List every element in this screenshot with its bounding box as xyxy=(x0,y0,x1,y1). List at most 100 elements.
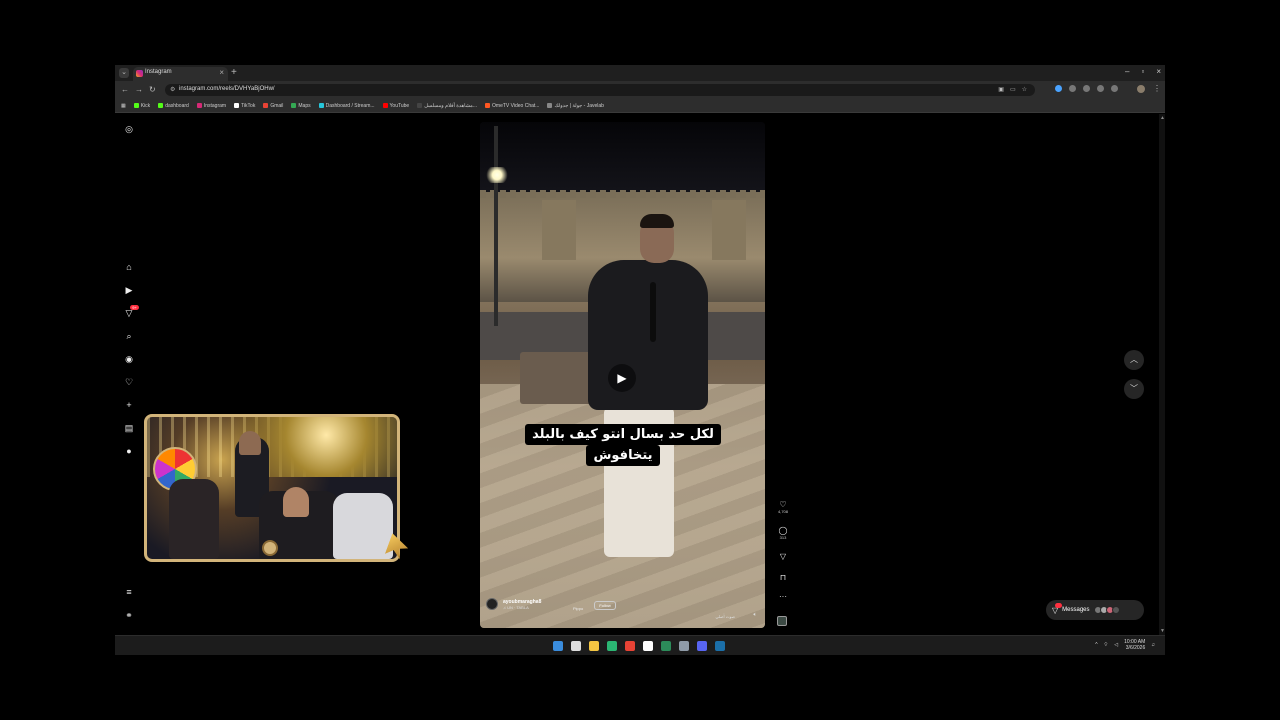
taskbar-file-explorer-icon[interactable] xyxy=(589,641,599,651)
reel-author[interactable]: ayoubmaragha8 ♫ UN · TABLA xyxy=(486,598,541,610)
save-button[interactable]: ⊓ xyxy=(777,573,789,582)
address-bar[interactable]: ⚙ instagram.com/reels/DVHYaBjOHw/ ▣ ▭ ☆ xyxy=(165,84,1035,96)
extensions-puzzle-icon[interactable] xyxy=(1097,85,1104,92)
collab-label[interactable]: Pippo xyxy=(573,606,583,611)
windows-taskbar: ^ ⌔ ◁ 10:00 AM 3/6/2026 ♫ xyxy=(115,635,1165,655)
browser-menu-icon[interactable]: ⋮ xyxy=(1153,84,1161,93)
scroll-up-icon[interactable]: ▲ xyxy=(1160,115,1165,121)
taskbar-chrome-icon[interactable] xyxy=(625,641,635,651)
play-icon[interactable]: ▶ xyxy=(608,364,636,392)
clock[interactable]: 10:00 AM 3/6/2026 xyxy=(1124,639,1145,651)
reel-person-hair xyxy=(640,214,674,228)
search-icon[interactable]: ⌕ xyxy=(123,330,135,342)
webcam-person xyxy=(333,493,393,559)
back-icon[interactable]: ← xyxy=(121,85,129,94)
reels-icon[interactable]: ▶ xyxy=(123,284,135,296)
url-text[interactable]: instagram.com/reels/DVHYaBjOHw/ xyxy=(179,86,275,92)
original-audio-label[interactable]: صوت أصلي xyxy=(715,614,735,619)
taskbar-edge-icon[interactable] xyxy=(607,641,617,651)
more-menu-icon[interactable]: ≡ xyxy=(123,586,135,598)
messages-button[interactable]: ▽ Messages xyxy=(1046,600,1144,620)
page-scrollbar[interactable]: ▲ ▼ xyxy=(1159,114,1165,635)
notifications-bell-icon[interactable]: ♫ xyxy=(1151,642,1155,648)
extension-icon-1[interactable] xyxy=(1055,85,1062,92)
forward-icon[interactable]: → xyxy=(135,85,143,94)
bookmark-kick[interactable]: Kick xyxy=(133,103,150,109)
bookmark-ometv[interactable]: OmeTV Video Chat... xyxy=(485,103,539,109)
instagram-icon xyxy=(196,103,202,108)
webcam-badge-icon xyxy=(262,540,278,556)
bookmarks-apps-icon[interactable]: ▦ xyxy=(121,103,126,109)
bookmark-tiktok[interactable]: TikTok xyxy=(234,103,255,109)
caption-line-2: يتخافوش xyxy=(586,445,660,466)
also-from-meta-icon[interactable]: ⚭ xyxy=(123,609,135,621)
taskbar-discord-icon[interactable] xyxy=(697,641,707,651)
instagram-logo-icon[interactable]: ◎ xyxy=(123,123,135,135)
next-reel-button[interactable]: ﹀ xyxy=(1124,379,1144,399)
more-options-button[interactable]: ··· xyxy=(777,592,789,601)
browser-toolbar: ← → ↻ ⚙ instagram.com/reels/DVHYaBjOHw/ … xyxy=(115,81,1165,99)
like-button[interactable]: ♡ 4,708 xyxy=(777,500,789,514)
bookmark-movies[interactable]: مشاهدة أفلام ومسلسل... xyxy=(417,103,477,109)
audio-thumbnail[interactable] xyxy=(777,616,787,626)
profile-avatar[interactable] xyxy=(1137,85,1145,93)
close-window-button[interactable]: × xyxy=(1156,67,1161,76)
create-plus-icon[interactable]: + xyxy=(123,399,135,411)
extension-icon-2[interactable] xyxy=(1069,85,1076,92)
tab-close-icon[interactable]: × xyxy=(219,68,224,77)
taskbar-steam-icon[interactable] xyxy=(715,641,725,651)
messages-icon: ▽ xyxy=(1052,602,1062,615)
new-tab-button[interactable]: + xyxy=(231,67,237,78)
ometv-icon xyxy=(485,103,491,108)
comment-button[interactable]: ◯ 313 xyxy=(777,526,789,540)
home-icon[interactable]: ⌂ xyxy=(123,261,135,273)
minimize-button[interactable]: – xyxy=(1125,67,1129,76)
taskbar-terminal-icon[interactable] xyxy=(661,641,671,651)
maximize-button[interactable]: ▫ xyxy=(1141,67,1144,76)
bookmark-maps[interactable]: Maps xyxy=(291,103,311,109)
author-avatar[interactable] xyxy=(486,598,498,610)
taskbar-app-6-icon[interactable] xyxy=(643,641,653,651)
tray-chevron-icon[interactable]: ^ xyxy=(1095,642,1097,648)
message-avatars xyxy=(1093,606,1120,614)
window-controls: – ▫ × xyxy=(1125,67,1161,76)
bookmark-gmail[interactable]: Gmail xyxy=(263,103,283,109)
bookmark-dashboard[interactable]: dashboard xyxy=(158,103,189,109)
bookmark-icon: ⊓ xyxy=(779,573,787,582)
taskbar-app-8-icon[interactable] xyxy=(679,641,689,651)
bookmark-youtube[interactable]: YouTube xyxy=(382,103,409,109)
bookmark-dashboard-stream[interactable]: Dashboard / Stream... xyxy=(318,103,375,109)
browser-tab-strip: ⌄ Instagram × + – ▫ × xyxy=(115,65,1165,81)
reel-wall-tower xyxy=(712,200,746,260)
downloads-icon[interactable] xyxy=(1111,85,1118,92)
explore-icon[interactable]: ◉ xyxy=(123,353,135,365)
site-info-icon[interactable]: ⚙ xyxy=(170,86,175,93)
translate-icon[interactable]: ▣ xyxy=(998,86,1004,93)
taskbar-search-icon[interactable] xyxy=(571,641,581,651)
profile-avatar-icon[interactable]: ● xyxy=(123,445,135,457)
reel-video[interactable]: ▶ لكل حد بسال انتو كيف بالبلد يتخافوش ay… xyxy=(480,122,765,628)
scroll-down-icon[interactable]: ▼ xyxy=(1160,628,1165,634)
cast-icon[interactable]: ▭ xyxy=(1010,86,1016,93)
reload-icon[interactable]: ↻ xyxy=(149,85,156,94)
previous-reel-button[interactable]: ︿ xyxy=(1124,350,1144,370)
taskbar-start-icon[interactable] xyxy=(553,641,563,651)
follow-button[interactable]: Follow xyxy=(594,601,616,610)
dashboard-icon[interactable]: ▤ xyxy=(123,422,135,434)
bookmark-instagram[interactable]: Instagram xyxy=(196,103,226,109)
notification-badge: 9+ xyxy=(130,305,139,310)
bookmark-star-icon[interactable]: ☆ xyxy=(1022,86,1027,93)
kick-icon xyxy=(133,103,139,108)
reel-audio-label[interactable]: ♫ UN · TABLA xyxy=(503,605,541,610)
network-icon[interactable]: ⌔ xyxy=(1104,642,1109,648)
mute-icon[interactable]: 🔈︎ xyxy=(753,612,757,619)
tab-instagram[interactable]: Instagram × xyxy=(133,67,228,81)
volume-icon[interactable]: ◁ xyxy=(1114,642,1118,648)
bookmark-javelab[interactable]: جولة | جدولك - Javelab xyxy=(547,103,604,109)
messages-icon[interactable]: ▽ 9+ xyxy=(123,305,139,319)
tab-search-button[interactable]: ⌄ xyxy=(119,68,129,78)
omnibox-actions: ▣ ▭ ☆ xyxy=(998,86,1027,93)
extension-icon-3[interactable] xyxy=(1083,85,1090,92)
notifications-heart-icon[interactable]: ♡ xyxy=(123,376,135,388)
share-button[interactable]: ▽ xyxy=(777,552,789,561)
